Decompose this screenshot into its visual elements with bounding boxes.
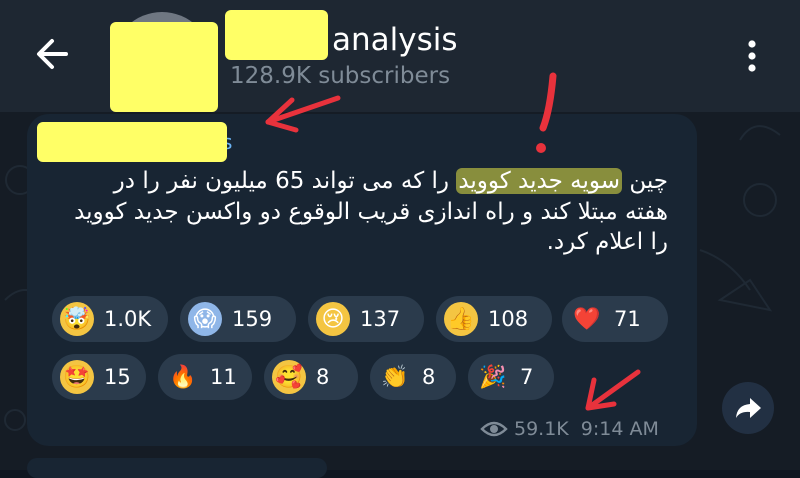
reaction-star-struck[interactable]: 🤩 15 — [52, 354, 146, 400]
title-redaction — [225, 10, 328, 60]
party-popper-icon: 🎉 — [479, 364, 507, 390]
crying-face-icon: 😢 — [316, 302, 350, 336]
message-text-start: چین — [629, 168, 668, 194]
highlighted-phrase: سویه جدید کووید — [456, 168, 623, 194]
reaction-fire[interactable]: 🔥 11 — [158, 354, 252, 400]
more-vertical-icon[interactable] — [736, 36, 768, 76]
reaction-count: 15 — [104, 365, 131, 389]
next-message-edge — [27, 458, 327, 478]
message-time: 9:14 AM — [580, 418, 659, 440]
smiling-face-hearts-icon: 🥰 — [272, 360, 306, 394]
channel-header: analysis 128.9K subscribers — [0, 0, 800, 112]
message-meta: 59.1K 9:14 AM — [480, 418, 659, 440]
star-struck-icon: 🤩 — [60, 360, 94, 394]
reaction-party[interactable]: 🎉 7 — [468, 354, 554, 400]
arrow-left-icon[interactable] — [30, 30, 78, 78]
reaction-exploding-head[interactable]: 🤯 1.0K — [52, 296, 168, 342]
avatar-redaction — [110, 22, 218, 112]
thumbs-up-icon: 👍 — [444, 302, 478, 336]
reaction-count: 11 — [210, 365, 237, 389]
share-button[interactable] — [722, 382, 774, 434]
subscriber-count: 128.9K subscribers — [230, 63, 451, 89]
message-text: چین سویه جدید کووید را که می تواند 65 می… — [70, 166, 668, 258]
reaction-heart[interactable]: ❤️ 71 — [562, 296, 668, 342]
fire-icon: 🔥 — [169, 364, 197, 390]
clapping-hands-icon: 👏 — [381, 364, 409, 390]
reaction-count: 8 — [422, 365, 436, 389]
reaction-scream[interactable]: 😱 159 — [180, 296, 296, 342]
scream-face-icon: 😱 — [188, 302, 222, 336]
share-arrow-icon — [736, 398, 761, 418]
channel-title[interactable]: analysis — [332, 22, 458, 58]
reaction-count: 108 — [488, 307, 529, 331]
view-count: 59.1K — [514, 418, 569, 440]
reaction-clapping[interactable]: 👏 8 — [370, 354, 456, 400]
reaction-count: 137 — [360, 307, 401, 331]
reaction-count: 71 — [614, 307, 641, 331]
reaction-count: 7 — [520, 365, 534, 389]
reaction-smiling-hearts[interactable]: 🥰 8 — [264, 354, 358, 400]
reaction-thumbs-up[interactable]: 👍 108 — [436, 296, 552, 342]
heart-icon: ❤️ — [573, 306, 601, 332]
eye-icon — [480, 421, 508, 437]
reaction-count: 8 — [316, 365, 330, 389]
reaction-count: 1.0K — [104, 307, 152, 331]
reaction-count: 159 — [232, 307, 273, 331]
reaction-crying[interactable]: 😢 137 — [308, 296, 424, 342]
sender-redaction — [37, 122, 227, 162]
exploding-head-icon: 🤯 — [60, 302, 94, 336]
